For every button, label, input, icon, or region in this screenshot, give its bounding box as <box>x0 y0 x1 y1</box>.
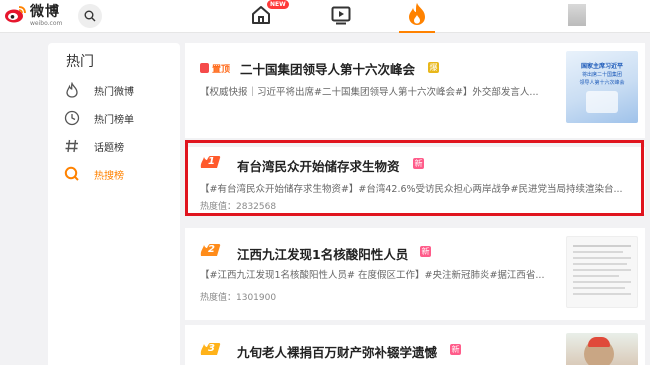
thumb-text-line <box>573 275 619 277</box>
new-badge: 新 <box>420 246 431 257</box>
heat-value: 热度值：1301900 <box>200 293 277 303</box>
thumb-text-line <box>573 263 627 265</box>
item-title[interactable]: 江西九江发现1名核酸阳性人员 <box>237 244 408 263</box>
active-tab-indicator <box>399 31 435 33</box>
logo-domain: weibo.com <box>30 20 63 27</box>
hashtag-icon <box>63 137 81 155</box>
item-title[interactable]: 九旬老人裸捐百万财产弥补辍学遗憾 <box>237 342 437 361</box>
search-icon <box>84 10 96 22</box>
fire-outline-icon <box>63 81 81 99</box>
thumb-caption: 领导人第十六次峰会 <box>579 80 625 86</box>
item-thumbnail[interactable]: 国家主席习近平 将出席二十国集团 领导人第十六次峰会 <box>566 51 638 123</box>
thumb-text-line <box>573 293 631 295</box>
hot-badge: 爆 <box>428 62 439 73</box>
item-summary: 【权威快报｜习近平将出席#二十国集团领导人第十六次峰会#】外交部发言人... <box>200 87 539 98</box>
pin-marker-icon <box>200 63 209 73</box>
sidebar-item-hot-search[interactable]: 热搜榜 <box>63 162 173 186</box>
flame-icon <box>409 3 425 25</box>
search-magnifier-icon <box>63 165 81 183</box>
thumb-text-line <box>573 287 625 289</box>
sidebar-item-hot-posts[interactable]: 热门微博 <box>63 78 173 102</box>
rank-number: 2 <box>208 244 215 255</box>
sidebar-item-label: 热门微博 <box>94 86 134 98</box>
thumb-caption: 国家主席习近平 <box>580 63 623 70</box>
sidebar-item-topics[interactable]: 话题榜 <box>63 134 173 158</box>
clock-icon <box>63 109 81 127</box>
new-badge: 新 <box>450 344 461 355</box>
new-badge: NEW <box>267 0 289 9</box>
video-play-icon <box>331 6 351 25</box>
logo-text: 微博 <box>30 4 60 20</box>
user-avatar[interactable] <box>568 4 586 26</box>
highlight-box <box>185 140 644 216</box>
thumb-text-line <box>573 251 623 253</box>
video-tab[interactable] <box>330 4 352 26</box>
item-thumbnail[interactable] <box>566 333 638 365</box>
thumb-caption: 将出席二十国集团 <box>581 72 622 78</box>
top-navigation-bar: 微博 weibo.com NEW <box>0 0 650 33</box>
rank-3-flame-icon: 3 <box>199 342 221 356</box>
rank-2-flame-icon: 2 <box>199 243 221 257</box>
thumb-text-line <box>573 269 631 271</box>
thumb-hat <box>588 337 610 347</box>
thumb-text-line <box>573 245 631 247</box>
weibo-eye-icon <box>4 4 28 24</box>
weibo-logo[interactable]: 微博 weibo.com <box>4 4 62 30</box>
pinned-label: 置顶 <box>212 65 231 75</box>
sidebar-title: 热门 <box>66 54 94 70</box>
thumb-text-line <box>573 257 631 259</box>
sidebar-item-label: 热门榜单 <box>94 114 134 126</box>
search-button[interactable] <box>78 4 102 28</box>
rank-number: 3 <box>208 343 215 354</box>
item-thumbnail[interactable] <box>566 236 638 308</box>
sidebar-item-label: 话题榜 <box>94 142 124 154</box>
item-summary: 【#江西九江发现1名核酸阳性人员# 在度假区工作】#央注新冠肺炎#据江西省... <box>200 270 545 281</box>
item-title[interactable]: 二十国集团领导人第十六次峰会 <box>240 59 415 78</box>
sidebar-item-hot-lists[interactable]: 热门榜单 <box>63 106 173 130</box>
thumb-text-line <box>573 281 631 283</box>
sidebar: 热门 热门微博 热门榜单 话题榜 热搜榜 <box>48 43 180 365</box>
hot-tab[interactable] <box>400 2 434 32</box>
sidebar-item-label: 热搜榜 <box>94 170 124 182</box>
thumb-portrait <box>586 91 618 113</box>
